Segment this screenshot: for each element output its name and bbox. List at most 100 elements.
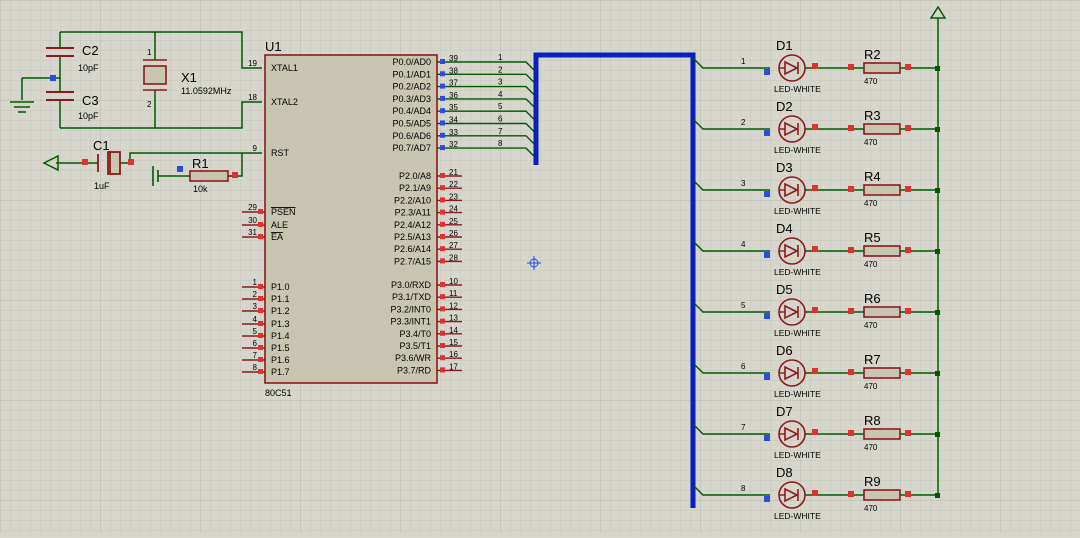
led-type: LED-WHITE: [774, 267, 821, 277]
net-label: 2: [498, 65, 503, 74]
resistor-value: 470: [864, 321, 878, 330]
pin-number: 24: [449, 205, 458, 214]
led-ref: D6: [776, 343, 793, 358]
led-type: LED-WHITE: [774, 328, 821, 338]
led-type: LED-WHITE: [774, 145, 821, 155]
resistor-value: 470: [864, 260, 878, 269]
pin-label: P3.7/RD: [397, 365, 432, 375]
pin-number: 38: [449, 66, 458, 75]
pin-number: 30: [248, 216, 257, 225]
led-ref: D1: [776, 38, 793, 53]
pin-number: 28: [449, 253, 458, 262]
pin-label: P3.4/T0: [399, 329, 431, 339]
pin-number: 5: [253, 327, 258, 336]
pin-label: P1.5: [271, 343, 290, 353]
resistor-value: 470: [864, 199, 878, 208]
pin-label: P3.3/INT1: [390, 317, 431, 327]
pin-label: XTAL2: [271, 97, 298, 107]
pin-number: 15: [449, 338, 458, 347]
pin-number: 21: [449, 168, 458, 177]
c1-ref: C1: [93, 138, 110, 153]
pin-number: 23: [449, 192, 458, 201]
led-ref: D7: [776, 404, 793, 419]
resistor-value: 470: [864, 77, 878, 86]
net-label: 3: [498, 78, 503, 87]
resistor-value: 470: [864, 504, 878, 513]
pin-label: EA: [271, 232, 283, 242]
resistor-ref: R7: [864, 352, 881, 367]
schematic-canvas[interactable]: C2 10pF C3 10pF X1 11.0592MHz 1 2 C1 1uF…: [0, 0, 1080, 533]
mcu-ref: U1: [265, 39, 282, 54]
pin-number: 27: [449, 241, 458, 250]
c1-value: 1uF: [94, 181, 110, 191]
pin-number: 18: [248, 93, 257, 102]
pin-number: 32: [449, 140, 458, 149]
resistor-ref: R6: [864, 291, 881, 306]
resistor-ref: R8: [864, 413, 881, 428]
c3-ref: C3: [82, 93, 99, 108]
pin-label: P2.6/A14: [394, 244, 431, 254]
pin-label: P0.7/AD7: [392, 143, 431, 153]
pin-label: P1.2: [271, 306, 290, 316]
x1-pin-a: 1: [147, 48, 152, 57]
pin-label: P2.7/A15: [394, 256, 431, 266]
x1-value: 11.0592MHz: [181, 86, 232, 96]
pin-number: 35: [449, 103, 458, 112]
pin-label: P1.7: [271, 367, 290, 377]
pin-label: P2.3/A11: [395, 208, 431, 218]
pin-number: 13: [449, 314, 458, 323]
pin-number: 39: [449, 54, 458, 63]
pin-number: 4: [253, 315, 258, 324]
resistor-value: 470: [864, 443, 878, 452]
pin-number: 10: [449, 277, 458, 286]
net-label: 1: [741, 57, 746, 66]
pin-label: P3.6/WR: [395, 353, 432, 363]
pin-label: P2.5/A13: [394, 232, 431, 242]
pin-number: 33: [449, 128, 458, 137]
net-label: 2: [741, 118, 746, 127]
mcu-80c51[interactable]: U1 80C51 19 XTAL118 XTAL29 RST29 PSEN30 ALE31…: [242, 39, 462, 398]
led-type: LED-WHITE: [774, 389, 821, 399]
led-ref: D2: [776, 99, 793, 114]
led-type: LED-WHITE: [774, 206, 821, 216]
net-label: 8: [741, 484, 746, 493]
resistor-body: [863, 123, 901, 135]
pin-label: PSEN: [271, 207, 296, 217]
pin-label: P1.3: [271, 319, 290, 329]
resistor-ref: R9: [864, 474, 881, 489]
pin-label: ALE: [271, 220, 288, 230]
mcu-part: 80C51: [265, 388, 292, 398]
resistor-body: [863, 367, 901, 379]
led-type: LED-WHITE: [774, 450, 821, 460]
x1-ref: X1: [181, 70, 197, 85]
pin-label: P1.4: [271, 331, 290, 341]
pin-number: 3: [253, 302, 258, 311]
led-ref: D5: [776, 282, 793, 297]
r1-value: 10k: [193, 184, 208, 194]
resistor-ref: R4: [864, 169, 881, 184]
r1-ref: R1: [192, 156, 209, 171]
pin-label: P3.1/TXD: [392, 292, 432, 302]
c2-value: 10pF: [78, 63, 99, 73]
pin-number: 17: [449, 362, 458, 371]
pin-label: P1.1: [271, 294, 290, 304]
pin-label: P3.5/T1: [399, 341, 431, 351]
pin-label: P2.2/A10: [394, 195, 431, 205]
pin-label: XTAL1: [271, 63, 298, 73]
pin-label: P2.1/A9: [399, 183, 431, 193]
pin-label: P3.2/INT0: [390, 304, 431, 314]
net-label: 5: [498, 102, 503, 111]
net-label: 3: [741, 179, 746, 188]
pin-label: RST: [271, 148, 290, 158]
net-label: 7: [498, 127, 503, 136]
pin-label: P0.0/AD0: [392, 57, 431, 67]
pin-label: P3.0/RXD: [391, 280, 432, 290]
x1-pin-b: 2: [147, 100, 152, 109]
pin-number: 12: [449, 301, 458, 310]
net-label: 7: [741, 423, 746, 432]
pin-number: 8: [253, 363, 258, 372]
pin-number: 2: [253, 290, 258, 299]
resistor-value: 470: [864, 138, 878, 147]
pin-label: P0.4/AD4: [392, 106, 431, 116]
resistor-body: [863, 245, 901, 257]
